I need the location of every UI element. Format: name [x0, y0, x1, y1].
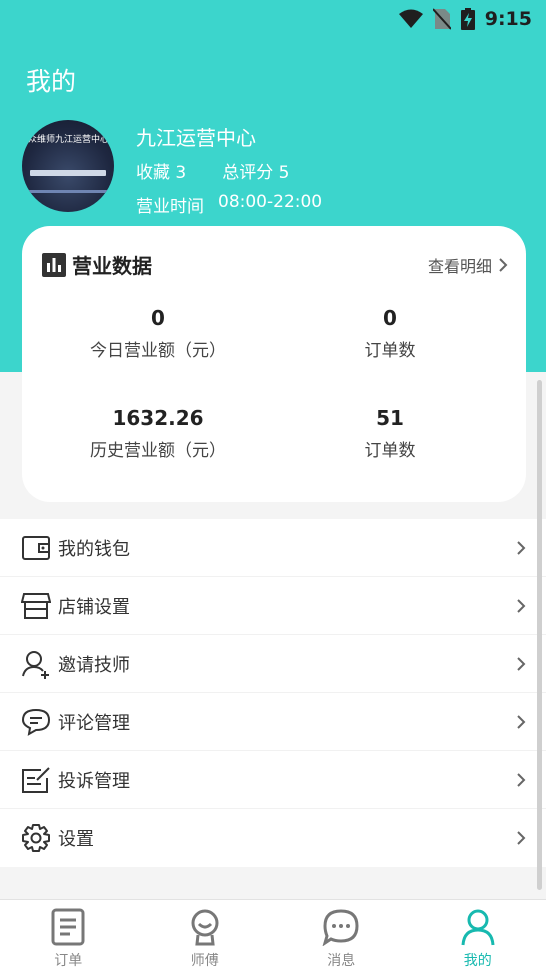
chevron-right-icon — [517, 831, 526, 845]
metric-total-revenue: 1632.26 历史营业额（元） — [58, 406, 258, 461]
scrollbar[interactable] — [537, 380, 542, 890]
invite-user-icon — [20, 648, 52, 680]
metric-value: 0 — [383, 306, 397, 330]
metric-today-revenue: 0 今日营业额（元） — [58, 306, 258, 361]
metric-label: 订单数 — [364, 341, 416, 361]
bar-chart-icon — [42, 252, 66, 277]
tab-messages[interactable]: 消息 — [273, 900, 410, 977]
business-data-card: 营业数据 查看明细 0 今日营业额（元） 0 订单数 1632.26 历史营业额… — [22, 226, 526, 502]
profile-stats: 收藏 3 总评分 5 — [136, 158, 289, 183]
tab-label: 师傅 — [190, 953, 219, 969]
menu-item-invite-technician[interactable]: 邀请技师 — [0, 635, 546, 693]
view-details-link[interactable]: 查看明细 — [428, 253, 508, 277]
profile-icon — [461, 909, 495, 946]
tab-orders[interactable]: 订单 — [0, 900, 137, 977]
no-sim-icon — [432, 8, 451, 30]
gear-icon — [20, 822, 52, 854]
avatar-stripe — [22, 190, 114, 193]
bottom-tab-bar: 订单 师傅 消息 我的 — [0, 899, 546, 977]
complaint-icon — [20, 764, 52, 796]
page-title: 我的 — [26, 67, 77, 96]
menu-item-label: 设置 — [58, 829, 94, 850]
metric-value: 1632.26 — [112, 406, 204, 430]
chevron-right-icon — [517, 772, 526, 787]
card-title-text: 营业数据 — [72, 254, 152, 278]
card-title: 营业数据 — [42, 250, 152, 279]
avatar-text: 众维师九江运营中心 — [28, 135, 110, 145]
menu-item-label: 投诉管理 — [58, 770, 130, 792]
menu-item-label: 评论管理 — [58, 712, 130, 734]
menu-item-settings[interactable]: 设置 — [0, 809, 546, 867]
metric-today-orders: 0 订单数 — [290, 306, 490, 361]
order-icon — [51, 908, 85, 946]
total-score: 总评分 5 — [222, 163, 290, 183]
chevron-right-icon — [517, 598, 526, 613]
tab-technicians[interactable]: 师傅 — [137, 900, 274, 977]
comment-icon — [20, 706, 52, 738]
avatar[interactable]: 众维师九江运营中心 — [22, 120, 114, 212]
tab-profile[interactable]: 我的 — [410, 900, 546, 977]
chevron-right-icon — [517, 714, 526, 729]
wifi-icon — [398, 9, 423, 28]
metric-value: 51 — [376, 406, 404, 430]
hours-label: 营业时间 — [136, 197, 204, 217]
tab-label: 订单 — [54, 953, 83, 969]
avatar-banner — [30, 170, 106, 176]
wallet-icon — [20, 532, 52, 564]
menu-item-store-settings[interactable]: 店铺设置 — [0, 577, 546, 635]
menu-item-label: 邀请技师 — [58, 654, 130, 676]
view-details-label: 查看明细 — [427, 257, 492, 276]
favorites-count: 收藏 3 — [136, 163, 187, 183]
business-hours: 营业时间 08:00-22:00 — [136, 192, 322, 217]
menu-item-comments[interactable]: 评论管理 — [0, 693, 546, 751]
metric-value: 0 — [151, 306, 165, 330]
metric-label: 订单数 — [364, 441, 416, 461]
menu-item-label: 店铺设置 — [58, 596, 130, 618]
metric-label: 今日营业额（元） — [90, 341, 226, 361]
message-icon — [322, 909, 359, 946]
chevron-right-icon — [517, 656, 526, 671]
menu-item-wallet[interactable]: 我的钱包 — [0, 519, 546, 577]
settings-menu: 我的钱包 店铺设置 邀请技师 评论管理 投诉管理 设置 — [0, 519, 546, 867]
tab-label: 我的 — [463, 953, 492, 969]
menu-item-label: 我的钱包 — [58, 538, 130, 560]
technician-icon — [191, 909, 219, 946]
battery-charging-icon — [460, 8, 475, 30]
metric-total-orders: 51 订单数 — [290, 406, 490, 461]
clock: 9:15 — [484, 8, 532, 30]
chevron-right-icon — [499, 258, 508, 272]
tab-label: 消息 — [327, 953, 356, 969]
store-icon — [20, 590, 52, 622]
store-name: 九江运营中心 — [136, 126, 256, 150]
menu-item-complaints[interactable]: 投诉管理 — [0, 751, 546, 809]
chevron-right-icon — [517, 540, 526, 555]
metric-label: 历史营业额（元） — [90, 441, 226, 461]
status-bar: 9:15 — [0, 0, 546, 38]
hours-value: 08:00-22:00 — [218, 192, 323, 212]
